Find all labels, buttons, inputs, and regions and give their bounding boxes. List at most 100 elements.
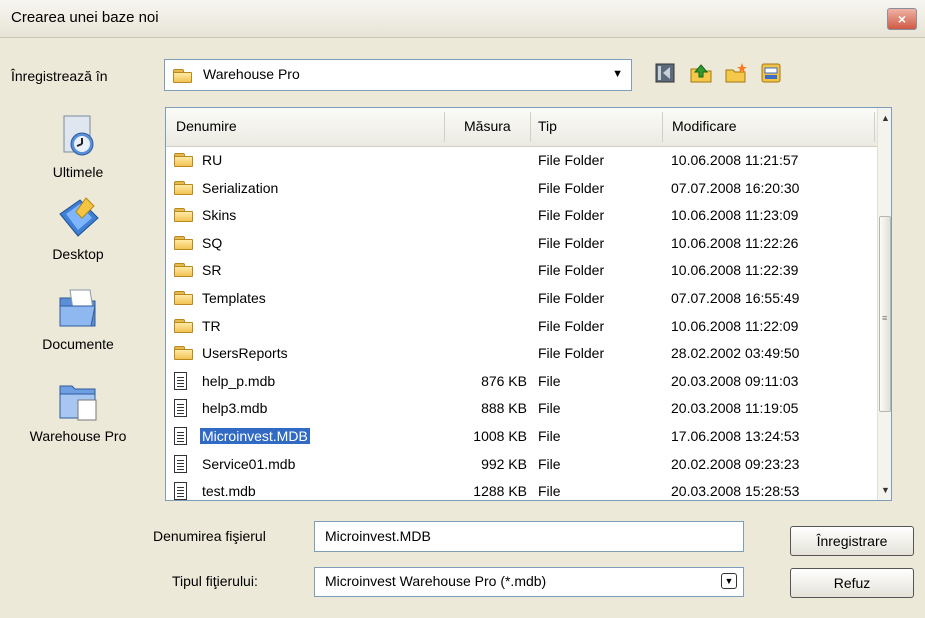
back-icon[interactable] (654, 61, 678, 85)
file-type: File (538, 428, 561, 444)
column-divider[interactable] (444, 112, 445, 142)
file-name: help_p.mdb (202, 372, 276, 389)
filetype-label: Tipul fiţierului: (172, 573, 258, 589)
place-label: Warehouse Pro (29, 428, 127, 444)
table-row[interactable]: Skins File Folder 10.06.2008 11:23:09 (166, 202, 878, 229)
table-row[interactable]: help_p.mdb 876 KB File 20.03.2008 09:11:03 (166, 368, 878, 395)
folder-icon (174, 318, 194, 333)
list-header: Denumire Măsura Tip Modificare (166, 108, 878, 147)
table-row[interactable]: help3.mdb 888 KB File 20.03.2008 11:19:05 (166, 395, 878, 422)
folder-icon (174, 153, 194, 167)
file-icon (174, 399, 187, 418)
file-name: TR (202, 317, 221, 334)
filename-input[interactable]: Microinvest.MDB (314, 521, 744, 552)
vertical-scrollbar[interactable]: ▲ ≡ ▼ (877, 108, 891, 500)
file-modified: 10.06.2008 11:21:57 (671, 152, 799, 168)
desktop-icon (56, 196, 100, 240)
save-in-label: Înregistrează în (11, 68, 108, 84)
file-type: File Folder (538, 207, 605, 224)
column-divider[interactable] (874, 112, 875, 142)
file-name: Service01.mdb (202, 455, 296, 472)
column-header-modified[interactable]: Modificare (672, 118, 737, 134)
folder-icon (174, 346, 194, 361)
file-type: File Folder (538, 262, 605, 279)
file-modified: 28.02.2002 03:49:50 (671, 345, 800, 362)
place-label: Desktop (52, 246, 104, 262)
cancel-button[interactable]: Refuz (790, 568, 914, 598)
chevron-down-icon[interactable]: ▼ (721, 573, 737, 589)
table-row[interactable]: SQ File Folder 10.06.2008 11:22:26 (166, 230, 878, 257)
table-row[interactable]: Microinvest.MDB 1008 KB File 17.06.2008 13:… (166, 423, 878, 450)
grip-icon: ≡ (882, 313, 888, 323)
table-row[interactable]: test.mdb 1288 KB File 20.03.2008 15:28:53 (166, 478, 878, 500)
close-button[interactable]: × (887, 8, 917, 30)
save-in-dropdown[interactable]: Warehouse Pro ▼ (164, 59, 632, 91)
file-name: RU (202, 152, 223, 168)
file-name: Microinvest.MDB (200, 428, 310, 444)
window-title: Crearea unei baze noi (11, 9, 159, 26)
filetype-select[interactable]: Microinvest Warehouse Pro (*.mdb) ▼ (314, 567, 744, 597)
file-type: File (538, 455, 561, 472)
warehouse-folder-icon (56, 378, 100, 422)
view-menu-icon[interactable] (759, 61, 783, 85)
filename-value: Microinvest.MDB (325, 528, 431, 544)
file-type: File Folder (538, 345, 605, 362)
up-folder-icon[interactable] (689, 61, 713, 85)
file-name: Skins (202, 207, 237, 224)
filetype-value: Microinvest Warehouse Pro (*.mdb) (325, 573, 547, 589)
scroll-down-arrow-icon[interactable]: ▼ (878, 482, 891, 498)
place-label: Ultimele (52, 164, 104, 180)
place-warehouse-pro[interactable]: Warehouse Pro (14, 378, 142, 444)
documents-icon (56, 286, 100, 330)
place-desktop[interactable]: Desktop (14, 196, 142, 262)
file-type: File Folder (538, 179, 605, 196)
file-size: 1288 KB (473, 483, 527, 500)
table-row[interactable]: Templates File Folder 07.07.2008 16:55:49 (166, 285, 878, 312)
filename-label: Denumirea fişierul (153, 528, 266, 544)
folder-icon (174, 235, 194, 250)
file-name: Templates (202, 290, 266, 306)
folder-icon (174, 180, 194, 195)
file-size: 1008 KB (473, 428, 527, 444)
file-icon (174, 482, 187, 500)
place-documente[interactable]: Documente (14, 286, 142, 352)
file-list[interactable]: Denumire Măsura Tip Modificare RU File Fo… (165, 107, 892, 501)
recent-icon (56, 114, 100, 158)
folder-icon (174, 208, 194, 223)
save-button[interactable]: Înregistrare (790, 526, 914, 556)
table-row[interactable]: SR File Folder 10.06.2008 11:22:39 (166, 257, 878, 284)
file-type: File (538, 400, 561, 417)
column-header-size[interactable]: Măsura (464, 118, 511, 134)
folder-icon (174, 291, 194, 305)
save-in-value: Warehouse Pro (203, 66, 300, 82)
file-modified: 10.06.2008 11:22:26 (671, 234, 799, 251)
file-modified: 10.06.2008 11:22:09 (671, 317, 799, 334)
column-divider[interactable] (662, 112, 663, 142)
file-type: File Folder (538, 234, 605, 251)
file-size: 992 KB (481, 455, 527, 472)
file-type: File Folder (538, 290, 605, 306)
place-ultimele[interactable]: Ultimele (14, 114, 142, 180)
file-icon (174, 454, 187, 473)
column-divider[interactable] (530, 112, 531, 142)
file-name: test.mdb (202, 483, 256, 500)
file-modified: 20.03.2008 15:28:53 (671, 483, 800, 500)
scroll-thumb[interactable]: ≡ (879, 216, 891, 412)
new-folder-icon[interactable] (724, 61, 748, 85)
place-label: Documente (42, 336, 114, 352)
table-row[interactable]: UsersReports File Folder 28.02.2002 03:49:… (166, 340, 878, 367)
table-row[interactable]: Serialization File Folder 07.07.2008 16:20… (166, 175, 878, 202)
scroll-up-arrow-icon[interactable]: ▲ (878, 110, 891, 126)
file-size: 876 KB (481, 372, 527, 389)
table-row[interactable]: RU File Folder 10.06.2008 11:21:57 (166, 147, 878, 174)
file-modified: 20.02.2008 09:23:23 (671, 455, 800, 472)
table-row[interactable]: TR File Folder 10.06.2008 11:22:09 (166, 313, 878, 340)
chevron-down-icon[interactable]: ▼ (612, 68, 623, 80)
file-name: SQ (202, 234, 223, 251)
column-header-type[interactable]: Tip (538, 118, 557, 134)
column-header-name[interactable]: Denumire (176, 118, 237, 134)
file-size: 888 KB (481, 400, 527, 417)
file-type: File (538, 483, 561, 500)
table-row[interactable]: Service01.mdb 992 KB File 20.02.2008 09:23:… (166, 451, 878, 478)
file-modified: 07.07.2008 16:20:30 (671, 179, 800, 196)
